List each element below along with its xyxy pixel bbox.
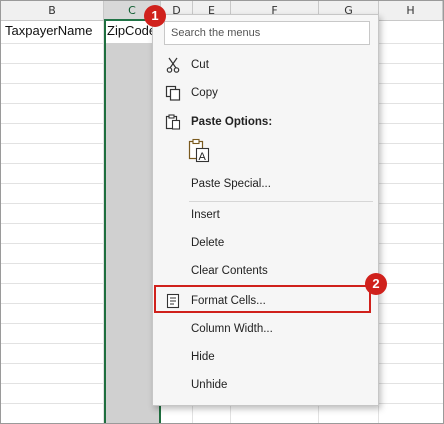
menu-item-insert[interactable]: Insert	[155, 202, 376, 228]
menu-item-unhide[interactable]: Unhide	[155, 372, 376, 398]
menu-item-cut[interactable]: Cut	[155, 52, 376, 78]
step-badge-2: 2	[365, 273, 387, 295]
cell-b1[interactable]: TaxpayerName	[5, 23, 103, 38]
menu-item-column-width-label: Column Width...	[191, 323, 273, 335]
menu-item-column-width[interactable]: Column Width...	[155, 316, 376, 342]
menu-search-box[interactable]: Search the menus	[164, 21, 370, 45]
menu-item-paste-special[interactable]: Paste Special...	[155, 171, 376, 197]
menu-item-clear-contents[interactable]: Clear Contents	[155, 258, 376, 284]
format-cells-highlight	[154, 285, 371, 313]
column-header-h[interactable]: H	[379, 1, 443, 21]
menu-item-delete-label: Delete	[191, 237, 225, 249]
menu-item-clear-contents-label: Clear Contents	[191, 265, 268, 277]
menu-item-paste-options-label: Paste Options:	[191, 116, 273, 128]
paste-icon	[165, 114, 181, 130]
menu-item-hide[interactable]: Hide	[155, 344, 376, 370]
copy-icon	[165, 85, 181, 101]
menu-item-insert-label: Insert	[191, 209, 220, 221]
menu-item-delete[interactable]: Delete	[155, 230, 376, 256]
menu-item-unhide-label: Unhide	[191, 379, 228, 391]
scissors-icon	[165, 57, 181, 73]
clipboard-a-icon: A	[188, 138, 210, 163]
excel-window: B C D E F G H TaxpayerName ZipCode Searc…	[0, 0, 444, 424]
paste-values-button[interactable]: A	[188, 138, 212, 164]
menu-item-paste-options: Paste Options:	[155, 109, 376, 135]
menu-item-cut-label: Cut	[191, 59, 209, 71]
svg-text:A: A	[199, 151, 207, 163]
context-menu: Search the menus Cut Copy Paste Options:…	[152, 14, 379, 406]
menu-item-copy[interactable]: Copy	[155, 80, 376, 106]
cell-c1-text: ZipCode	[107, 23, 153, 38]
menu-item-copy-label: Copy	[191, 87, 218, 99]
step-badge-1: 1	[144, 5, 166, 27]
menu-item-paste-special-label: Paste Special...	[191, 178, 271, 190]
menu-item-hide-label: Hide	[191, 351, 215, 363]
column-header-b[interactable]: B	[1, 1, 104, 21]
